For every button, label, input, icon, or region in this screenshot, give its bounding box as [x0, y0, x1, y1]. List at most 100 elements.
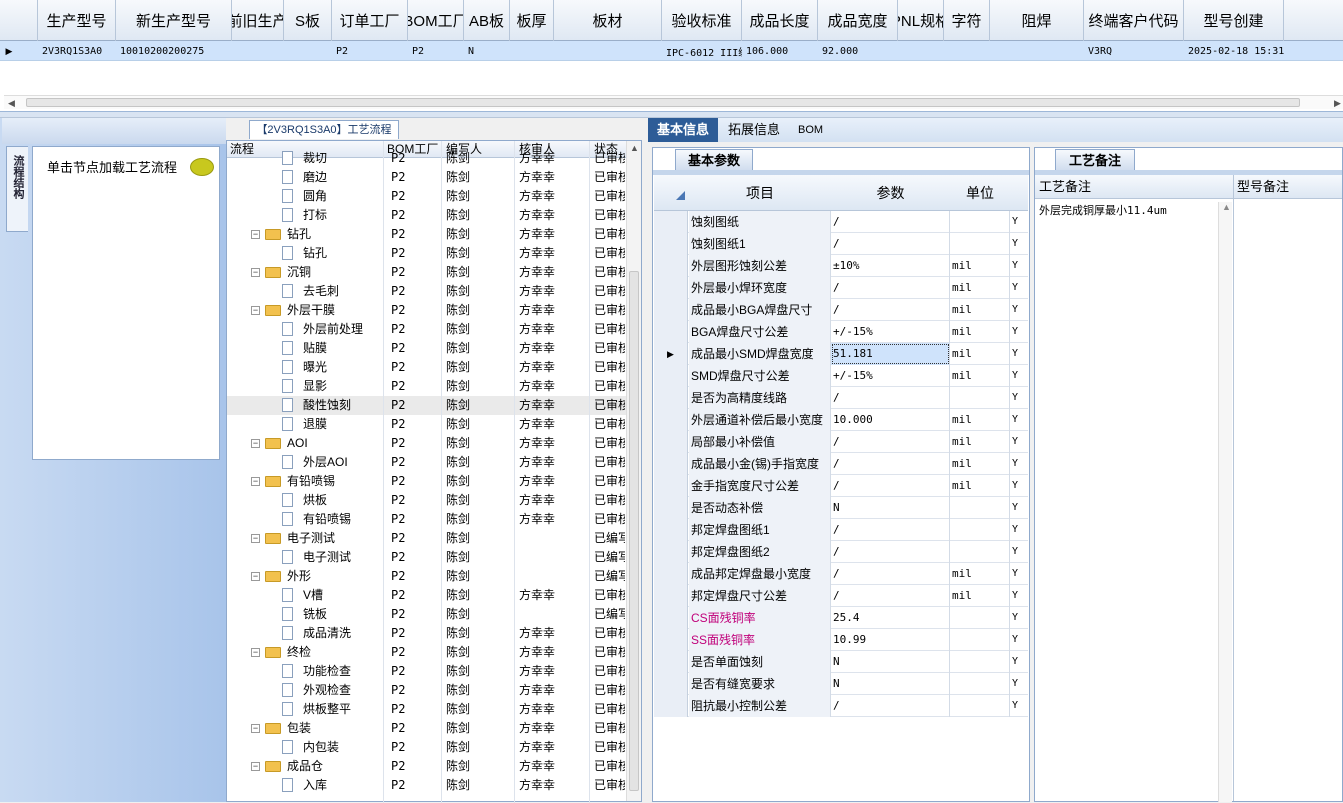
grid-cell[interactable]: V3RQ	[1084, 41, 1184, 61]
param-flag-cell[interactable]: Y	[1012, 409, 1026, 431]
param-flag-cell[interactable]: Y	[1012, 673, 1026, 695]
tab-extended-info[interactable]: 拓展信息	[728, 118, 780, 142]
grid-cell[interactable]: P2	[408, 41, 464, 61]
grid-cell[interactable]	[554, 41, 662, 61]
tree-row[interactable]: − 钻孔 P2 陈剑 方幸幸 已审核	[227, 225, 641, 244]
collapse-icon[interactable]: −	[251, 534, 260, 543]
row-selector[interactable]	[654, 695, 688, 717]
param-row[interactable]: SS面残铜率 10.99 Y	[654, 629, 1028, 651]
remarks-header-model[interactable]: 型号备注	[1237, 176, 1289, 198]
param-row[interactable]: 邦定焊盘尺寸公差 / mil Y	[654, 585, 1028, 607]
tree-row[interactable]: 成品清洗 P2 陈剑 方幸幸 已审核	[227, 624, 641, 643]
param-value-cell[interactable]: N	[831, 497, 950, 519]
grid-cell[interactable]	[990, 41, 1084, 61]
param-row[interactable]: 外层最小焊环宽度 / mil Y	[654, 277, 1028, 299]
param-row[interactable]: 是否单面蚀刻 N Y	[654, 651, 1028, 673]
param-row[interactable]: 阻抗最小控制公差 / Y	[654, 695, 1028, 717]
row-selector[interactable]	[654, 651, 688, 673]
horizontal-scrollbar[interactable]: ◀ ▶	[4, 95, 1343, 109]
column-header[interactable]: 成品宽度	[818, 0, 898, 41]
column-header[interactable]: 订单工厂	[332, 0, 408, 41]
row-selector[interactable]	[654, 321, 688, 343]
param-value-cell[interactable]: /	[831, 453, 950, 475]
column-header[interactable]: 字符	[944, 0, 990, 41]
column-header[interactable]: 型号创建	[1184, 0, 1284, 41]
param-flag-cell[interactable]: Y	[1012, 651, 1026, 673]
param-row[interactable]: 成品邦定焊盘最小宽度 / mil Y	[654, 563, 1028, 585]
param-row[interactable]: 成品最小金(锡)手指宽度 / mil Y	[654, 453, 1028, 475]
param-flag-cell[interactable]: Y	[1012, 211, 1026, 233]
collapse-icon[interactable]: −	[251, 762, 260, 771]
param-flag-cell[interactable]: Y	[1012, 299, 1026, 321]
tree-row[interactable]: − 电子测试 P2 陈剑 已编写	[227, 529, 641, 548]
param-value-cell[interactable]: /	[831, 475, 950, 497]
param-flag-cell[interactable]: Y	[1012, 497, 1026, 519]
tree-row[interactable]: 显影 P2 陈剑 方幸幸 已审核	[227, 377, 641, 396]
grid-cell[interactable]	[898, 41, 944, 61]
collapse-icon[interactable]: −	[251, 477, 260, 486]
param-value-cell[interactable]: N	[831, 673, 950, 695]
tree-row[interactable]: 入库 P2 陈剑 方幸幸 已审核	[227, 776, 641, 793]
row-selector[interactable]	[654, 541, 688, 563]
tree-row[interactable]: − 成品仓 P2 陈剑 方幸幸 已审核	[227, 757, 641, 776]
tree-scroll-thumb[interactable]	[629, 271, 639, 791]
tree-row[interactable]: 曝光 P2 陈剑 方幸幸 已审核	[227, 358, 641, 377]
row-selector[interactable]	[654, 673, 688, 695]
row-selector[interactable]	[654, 629, 688, 651]
param-value-cell[interactable]: 25.4	[831, 607, 950, 629]
param-value-cell[interactable]: 10.000	[831, 409, 950, 431]
column-header[interactable]: 验收标准	[662, 0, 742, 41]
param-value-cell[interactable]: 10.99	[831, 629, 950, 651]
param-flag-cell[interactable]: Y	[1012, 695, 1026, 717]
param-value-cell[interactable]: /	[831, 233, 950, 255]
grid-cell[interactable]: 10010200200275	[116, 41, 232, 61]
param-flag-cell[interactable]: Y	[1012, 563, 1026, 585]
tree-row[interactable]: 裁切 P2 陈剑 方幸幸 已审核	[227, 149, 641, 168]
basic-params-tab[interactable]: 基本参数	[675, 149, 753, 171]
collapse-icon[interactable]: −	[251, 572, 260, 581]
param-flag-cell[interactable]: Y	[1012, 519, 1026, 541]
param-row[interactable]: ▶ 成品最小SMD焊盘宽度 51.181 mil Y	[654, 343, 1028, 365]
grid-cell[interactable]: IPC-6012 III级	[662, 41, 742, 61]
model-grid-row[interactable]: 2V3RQ1S3A0 10010200200275 P2 P2 N IPC-6012 II…	[0, 41, 1343, 61]
tree-row[interactable]: V槽 P2 陈剑 方幸幸 已审核	[227, 586, 641, 605]
row-selector[interactable]	[654, 277, 688, 299]
param-value-cell[interactable]: /	[831, 563, 950, 585]
column-header[interactable]: 终端客户代码	[1084, 0, 1184, 41]
param-value-cell[interactable]: /	[831, 211, 950, 233]
tree-row[interactable]: − 外形 P2 陈剑 已编写	[227, 567, 641, 586]
param-value-cell[interactable]: +/-15%	[831, 365, 950, 387]
tab-basic-info[interactable]: 基本信息	[648, 118, 718, 142]
grid-cell[interactable]: 92.000	[818, 41, 898, 61]
param-value-cell[interactable]: /	[831, 695, 950, 717]
tree-row[interactable]: − 外层干膜 P2 陈剑 方幸幸 已审核	[227, 301, 641, 320]
column-header[interactable]: BOM工厂	[408, 0, 464, 41]
scroll-right-icon[interactable]: ▶	[1334, 98, 1341, 109]
params-header-param[interactable]: 参数	[831, 182, 950, 204]
remarks-tab[interactable]: 工艺备注	[1055, 149, 1135, 171]
row-selector[interactable]	[654, 475, 688, 497]
column-header[interactable]: 生产型号	[38, 0, 116, 41]
param-value-cell[interactable]: /	[831, 541, 950, 563]
param-row[interactable]: 成品最小BGA焊盘尺寸 / mil Y	[654, 299, 1028, 321]
param-flag-cell[interactable]: Y	[1012, 607, 1026, 629]
row-selector[interactable]	[654, 607, 688, 629]
param-row[interactable]: 局部最小补偿值 / mil Y	[654, 431, 1028, 453]
grid-cell[interactable]: P2	[332, 41, 408, 61]
row-selector[interactable]	[654, 453, 688, 475]
tree-row[interactable]: 钻孔 P2 陈剑 方幸幸 已审核	[227, 244, 641, 263]
collapse-icon[interactable]: −	[251, 648, 260, 657]
tab-bom[interactable]: BOM	[798, 118, 823, 142]
param-row[interactable]: 是否为高精度线路 / Y	[654, 387, 1028, 409]
param-row[interactable]: 蚀刻图纸1/ Y	[654, 233, 1028, 255]
param-value-cell[interactable]: /	[831, 387, 950, 409]
row-selector[interactable]	[654, 255, 688, 277]
param-value-cell[interactable]: 51.181	[831, 343, 950, 365]
row-selector[interactable]	[654, 519, 688, 541]
tree-row[interactable]: − 终检 P2 陈剑 方幸幸 已审核	[227, 643, 641, 662]
param-flag-cell[interactable]: Y	[1012, 365, 1026, 387]
process-flow-tab[interactable]: 【2V3RQ1S3A0】工艺流程	[249, 120, 399, 139]
tree-row[interactable]: 贴膜 P2 陈剑 方幸幸 已审核	[227, 339, 641, 358]
collapse-icon[interactable]: −	[251, 268, 260, 277]
param-row[interactable]: SMD焊盘尺寸公差 +/-15% mil Y	[654, 365, 1028, 387]
